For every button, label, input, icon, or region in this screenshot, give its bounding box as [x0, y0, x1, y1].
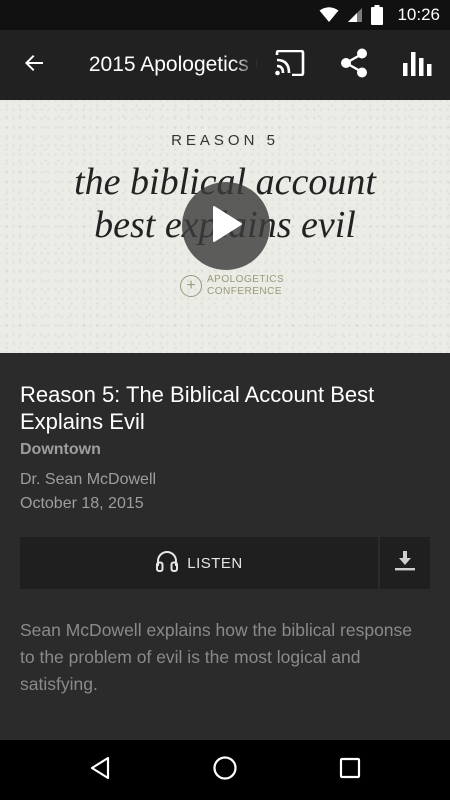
download-icon	[394, 550, 416, 577]
cast-button[interactable]	[258, 30, 322, 100]
system-navigation-bar	[0, 740, 450, 800]
nav-home-button[interactable]	[195, 740, 255, 800]
equalizer-button[interactable]	[386, 30, 450, 100]
sermon-description: Sean McDowell explains how the biblical …	[20, 620, 413, 694]
sermon-speaker: Dr. Sean McDowell	[20, 471, 157, 488]
wifi-icon	[319, 7, 339, 23]
plus-circle-icon: +	[180, 275, 202, 297]
play-button[interactable]	[182, 182, 270, 270]
cell-signal-icon	[347, 7, 363, 23]
listen-label: LISTEN	[187, 554, 243, 572]
app-title: 2015 Apologetics Conference	[88, 53, 258, 76]
nav-back-button[interactable]	[70, 740, 130, 800]
arrow-back-icon	[22, 51, 46, 80]
media-actions: LISTEN	[20, 537, 430, 589]
app-bar: 2015 Apologetics Conference	[0, 30, 450, 100]
nav-home-icon	[212, 755, 238, 786]
headphones-icon	[155, 549, 179, 578]
share-icon	[339, 48, 369, 83]
nav-back-icon	[89, 756, 111, 785]
battery-icon	[371, 5, 384, 25]
back-button[interactable]	[0, 30, 69, 100]
app-bar-actions	[258, 30, 450, 100]
nav-recents-button[interactable]	[320, 740, 380, 800]
download-button[interactable]	[380, 537, 430, 589]
sermon-detail-screen: 10:26 2015 Apologetics Conference	[0, 0, 450, 800]
sermon-location: Downtown	[20, 441, 101, 458]
status-time: 10:26	[397, 5, 440, 24]
sermon-artwork: REASON 5 the biblical account best expla…	[0, 100, 450, 353]
nav-recents-icon	[339, 757, 361, 784]
cast-icon	[275, 49, 305, 81]
equalizer-icon	[403, 50, 433, 81]
listen-button[interactable]: LISTEN	[20, 537, 380, 589]
share-button[interactable]	[322, 30, 386, 100]
sermon-details: Reason 5: The Biblical Account Best Expl…	[0, 353, 450, 698]
apologetics-conference-logo: + APOLOGETICS CONFERENCE	[180, 274, 284, 298]
status-bar: 10:26	[0, 0, 450, 30]
logo-line-2: CONFERENCE	[207, 286, 283, 297]
sermon-date: October 18, 2015	[20, 495, 144, 512]
artwork-kicker: REASON 5	[171, 132, 279, 149]
sermon-title: Reason 5: The Biblical Account Best Expl…	[20, 382, 375, 434]
logo-line-1: APOLOGETICS	[207, 274, 285, 285]
play-icon	[208, 204, 244, 249]
